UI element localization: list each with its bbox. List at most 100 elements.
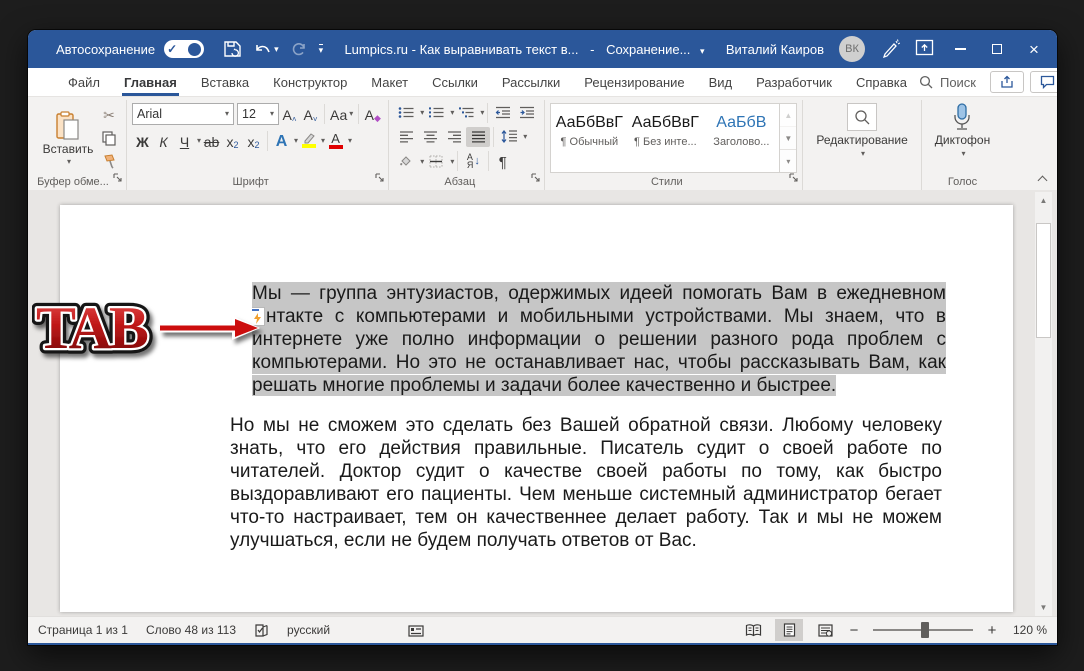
font-name-combo[interactable]: Arial ▾ bbox=[132, 103, 234, 125]
save-status-dropdown-icon[interactable]: ▾ bbox=[700, 46, 705, 56]
input-mode-indicator[interactable] bbox=[408, 624, 424, 637]
dictate-button[interactable]: Диктофон ▾ bbox=[927, 101, 998, 173]
style-heading1[interactable]: АаБбВ Заголово... bbox=[703, 104, 779, 158]
editing-button[interactable]: Редактирование ▾ bbox=[808, 101, 915, 173]
undo-dropdown-icon[interactable]: ▾ bbox=[274, 45, 279, 54]
print-layout-button[interactable] bbox=[775, 619, 803, 641]
styles-scroll-down[interactable]: ▼ bbox=[780, 127, 796, 150]
borders-dropdown-icon[interactable]: ▾ bbox=[450, 157, 454, 166]
decrease-indent-button[interactable] bbox=[491, 103, 515, 123]
document-page[interactable]: Мы — группа энтузиастов, одержимых идеей… bbox=[60, 205, 1013, 612]
justify-button[interactable] bbox=[466, 127, 490, 147]
user-name[interactable]: Виталий Каиров bbox=[726, 42, 824, 57]
styles-dialog-launcher[interactable] bbox=[789, 169, 798, 187]
font-color-button[interactable]: А bbox=[325, 130, 346, 152]
show-formatting-marks-button[interactable]: ¶ bbox=[492, 150, 513, 172]
scroll-down-button[interactable]: ▼ bbox=[1035, 599, 1052, 616]
maximize-button[interactable] bbox=[986, 38, 1008, 60]
tab-references[interactable]: Ссылки bbox=[420, 68, 490, 96]
search-input[interactable]: Поиск bbox=[919, 68, 990, 96]
zoom-level[interactable]: 120 % bbox=[1007, 623, 1047, 637]
paste-dropdown-icon[interactable]: ▾ bbox=[67, 157, 71, 166]
language-indicator[interactable]: русский bbox=[287, 623, 330, 637]
clear-formatting-button[interactable]: А◆ bbox=[362, 103, 383, 125]
read-mode-button[interactable] bbox=[739, 619, 767, 641]
undo-button[interactable]: ▾ bbox=[254, 41, 279, 57]
style-normal[interactable]: АаБбВвГ ¶ Обычный bbox=[551, 104, 627, 158]
tab-layout[interactable]: Макет bbox=[359, 68, 420, 96]
body-line[interactable]: Но мы не сможем это сделать без Вашей об… bbox=[230, 414, 942, 437]
selected-line[interactable]: компьютерами. Но это не останавливает на… bbox=[252, 351, 946, 374]
styles-scroll-up[interactable]: ▲ bbox=[780, 104, 796, 127]
selected-line-last[interactable]: решать многие проблемы и задачи более ка… bbox=[252, 374, 946, 397]
web-layout-button[interactable] bbox=[811, 619, 839, 641]
selected-line[interactable]: нтакте с компьютерами и мобильными устро… bbox=[252, 305, 946, 328]
underline-button[interactable]: Ч bbox=[174, 130, 195, 152]
selected-line[interactable]: Мы — группа энтузиастов, одержимых идеей… bbox=[252, 282, 946, 305]
word-count[interactable]: Слово 48 из 113 bbox=[146, 623, 236, 637]
zoom-out-button[interactable]: − bbox=[847, 622, 861, 639]
body-line[interactable]: что-то настраивает, тем он качественнее … bbox=[230, 506, 942, 529]
body-paragraph[interactable]: Но мы не сможем это сделать без Вашей об… bbox=[230, 414, 942, 552]
selected-line[interactable]: интернете уже полно информации о решении… bbox=[252, 328, 946, 351]
shrink-font-button[interactable]: А˅ bbox=[300, 103, 321, 125]
font-size-combo[interactable]: 12 ▾ bbox=[237, 103, 279, 125]
tab-mailings[interactable]: Рассылки bbox=[490, 68, 572, 96]
redo-button[interactable] bbox=[291, 41, 307, 57]
inking-button[interactable] bbox=[880, 38, 900, 61]
grow-font-button[interactable]: А˄ bbox=[279, 103, 300, 125]
selected-paragraph[interactable]: Мы — группа энтузиастов, одержимых идеей… bbox=[252, 282, 946, 397]
superscript-button[interactable]: x2 bbox=[243, 130, 264, 152]
line-spacing-dropdown-icon[interactable]: ▾ bbox=[523, 132, 527, 141]
scroll-up-button[interactable]: ▲ bbox=[1035, 192, 1052, 209]
tab-design[interactable]: Конструктор bbox=[261, 68, 359, 96]
style-no-spacing[interactable]: АаБбВвГ ¶ Без инте... bbox=[627, 104, 703, 158]
body-line[interactable]: выздоравливают его пациенты. Чем меньше … bbox=[230, 483, 942, 506]
borders-button[interactable] bbox=[424, 151, 448, 171]
clipboard-dialog-launcher[interactable] bbox=[113, 169, 122, 187]
strikethrough-button[interactable]: ab bbox=[201, 130, 222, 152]
numbering-button[interactable] bbox=[424, 103, 448, 123]
align-right-button[interactable] bbox=[442, 127, 466, 147]
tab-view[interactable]: Вид bbox=[697, 68, 745, 96]
line-spacing-button[interactable] bbox=[497, 127, 521, 147]
shading-button[interactable] bbox=[394, 151, 418, 171]
font-dialog-launcher[interactable] bbox=[375, 169, 384, 187]
comments-button[interactable] bbox=[1030, 71, 1057, 93]
tab-home[interactable]: Главная bbox=[112, 68, 189, 96]
align-center-button[interactable] bbox=[418, 127, 442, 147]
text-effects-button[interactable]: А bbox=[271, 130, 292, 152]
avatar[interactable]: ВК bbox=[839, 36, 865, 62]
multilevel-dropdown-icon[interactable]: ▾ bbox=[480, 108, 484, 117]
tab-help[interactable]: Справка bbox=[844, 68, 919, 96]
minimize-button[interactable] bbox=[949, 38, 971, 60]
save-status-text[interactable]: Сохранение... bbox=[606, 42, 690, 57]
paragraph-dialog-launcher[interactable] bbox=[531, 169, 540, 187]
bullets-button[interactable] bbox=[394, 103, 418, 123]
zoom-slider[interactable] bbox=[873, 622, 973, 638]
autosave-toggle[interactable]: ✓ bbox=[164, 40, 204, 58]
save-button[interactable] bbox=[223, 40, 242, 58]
text-highlight-button[interactable] bbox=[298, 130, 319, 152]
subscript-button[interactable]: x2 bbox=[222, 130, 243, 152]
format-painter-button[interactable] bbox=[97, 151, 121, 171]
tab-insert[interactable]: Вставка bbox=[189, 68, 261, 96]
zoom-slider-handle[interactable] bbox=[921, 622, 929, 638]
tab-review[interactable]: Рецензирование bbox=[572, 68, 696, 96]
multilevel-list-button[interactable] bbox=[454, 103, 478, 123]
copy-button[interactable] bbox=[97, 128, 121, 148]
paste-button[interactable]: Вставить ▾ bbox=[39, 101, 97, 173]
collapse-ribbon-button[interactable] bbox=[1039, 175, 1047, 183]
ribbon-display-options-button[interactable] bbox=[915, 39, 934, 59]
align-left-button[interactable] bbox=[394, 127, 418, 147]
share-button[interactable] bbox=[990, 71, 1024, 93]
body-line-last[interactable]: улучшаться, если не будем получать ответ… bbox=[230, 529, 942, 552]
italic-button[interactable]: К bbox=[153, 130, 174, 152]
cut-button[interactable]: ✂ bbox=[97, 105, 121, 125]
tab-developer[interactable]: Разработчик bbox=[744, 68, 844, 96]
page-indicator[interactable]: Страница 1 из 1 bbox=[38, 623, 128, 637]
tab-file[interactable]: Файл bbox=[56, 68, 112, 96]
zoom-in-button[interactable]: + bbox=[985, 622, 999, 639]
font-color-dropdown-icon[interactable]: ▾ bbox=[348, 136, 352, 145]
body-line[interactable]: читателей. Доктор судит о качестве своей… bbox=[230, 460, 942, 483]
